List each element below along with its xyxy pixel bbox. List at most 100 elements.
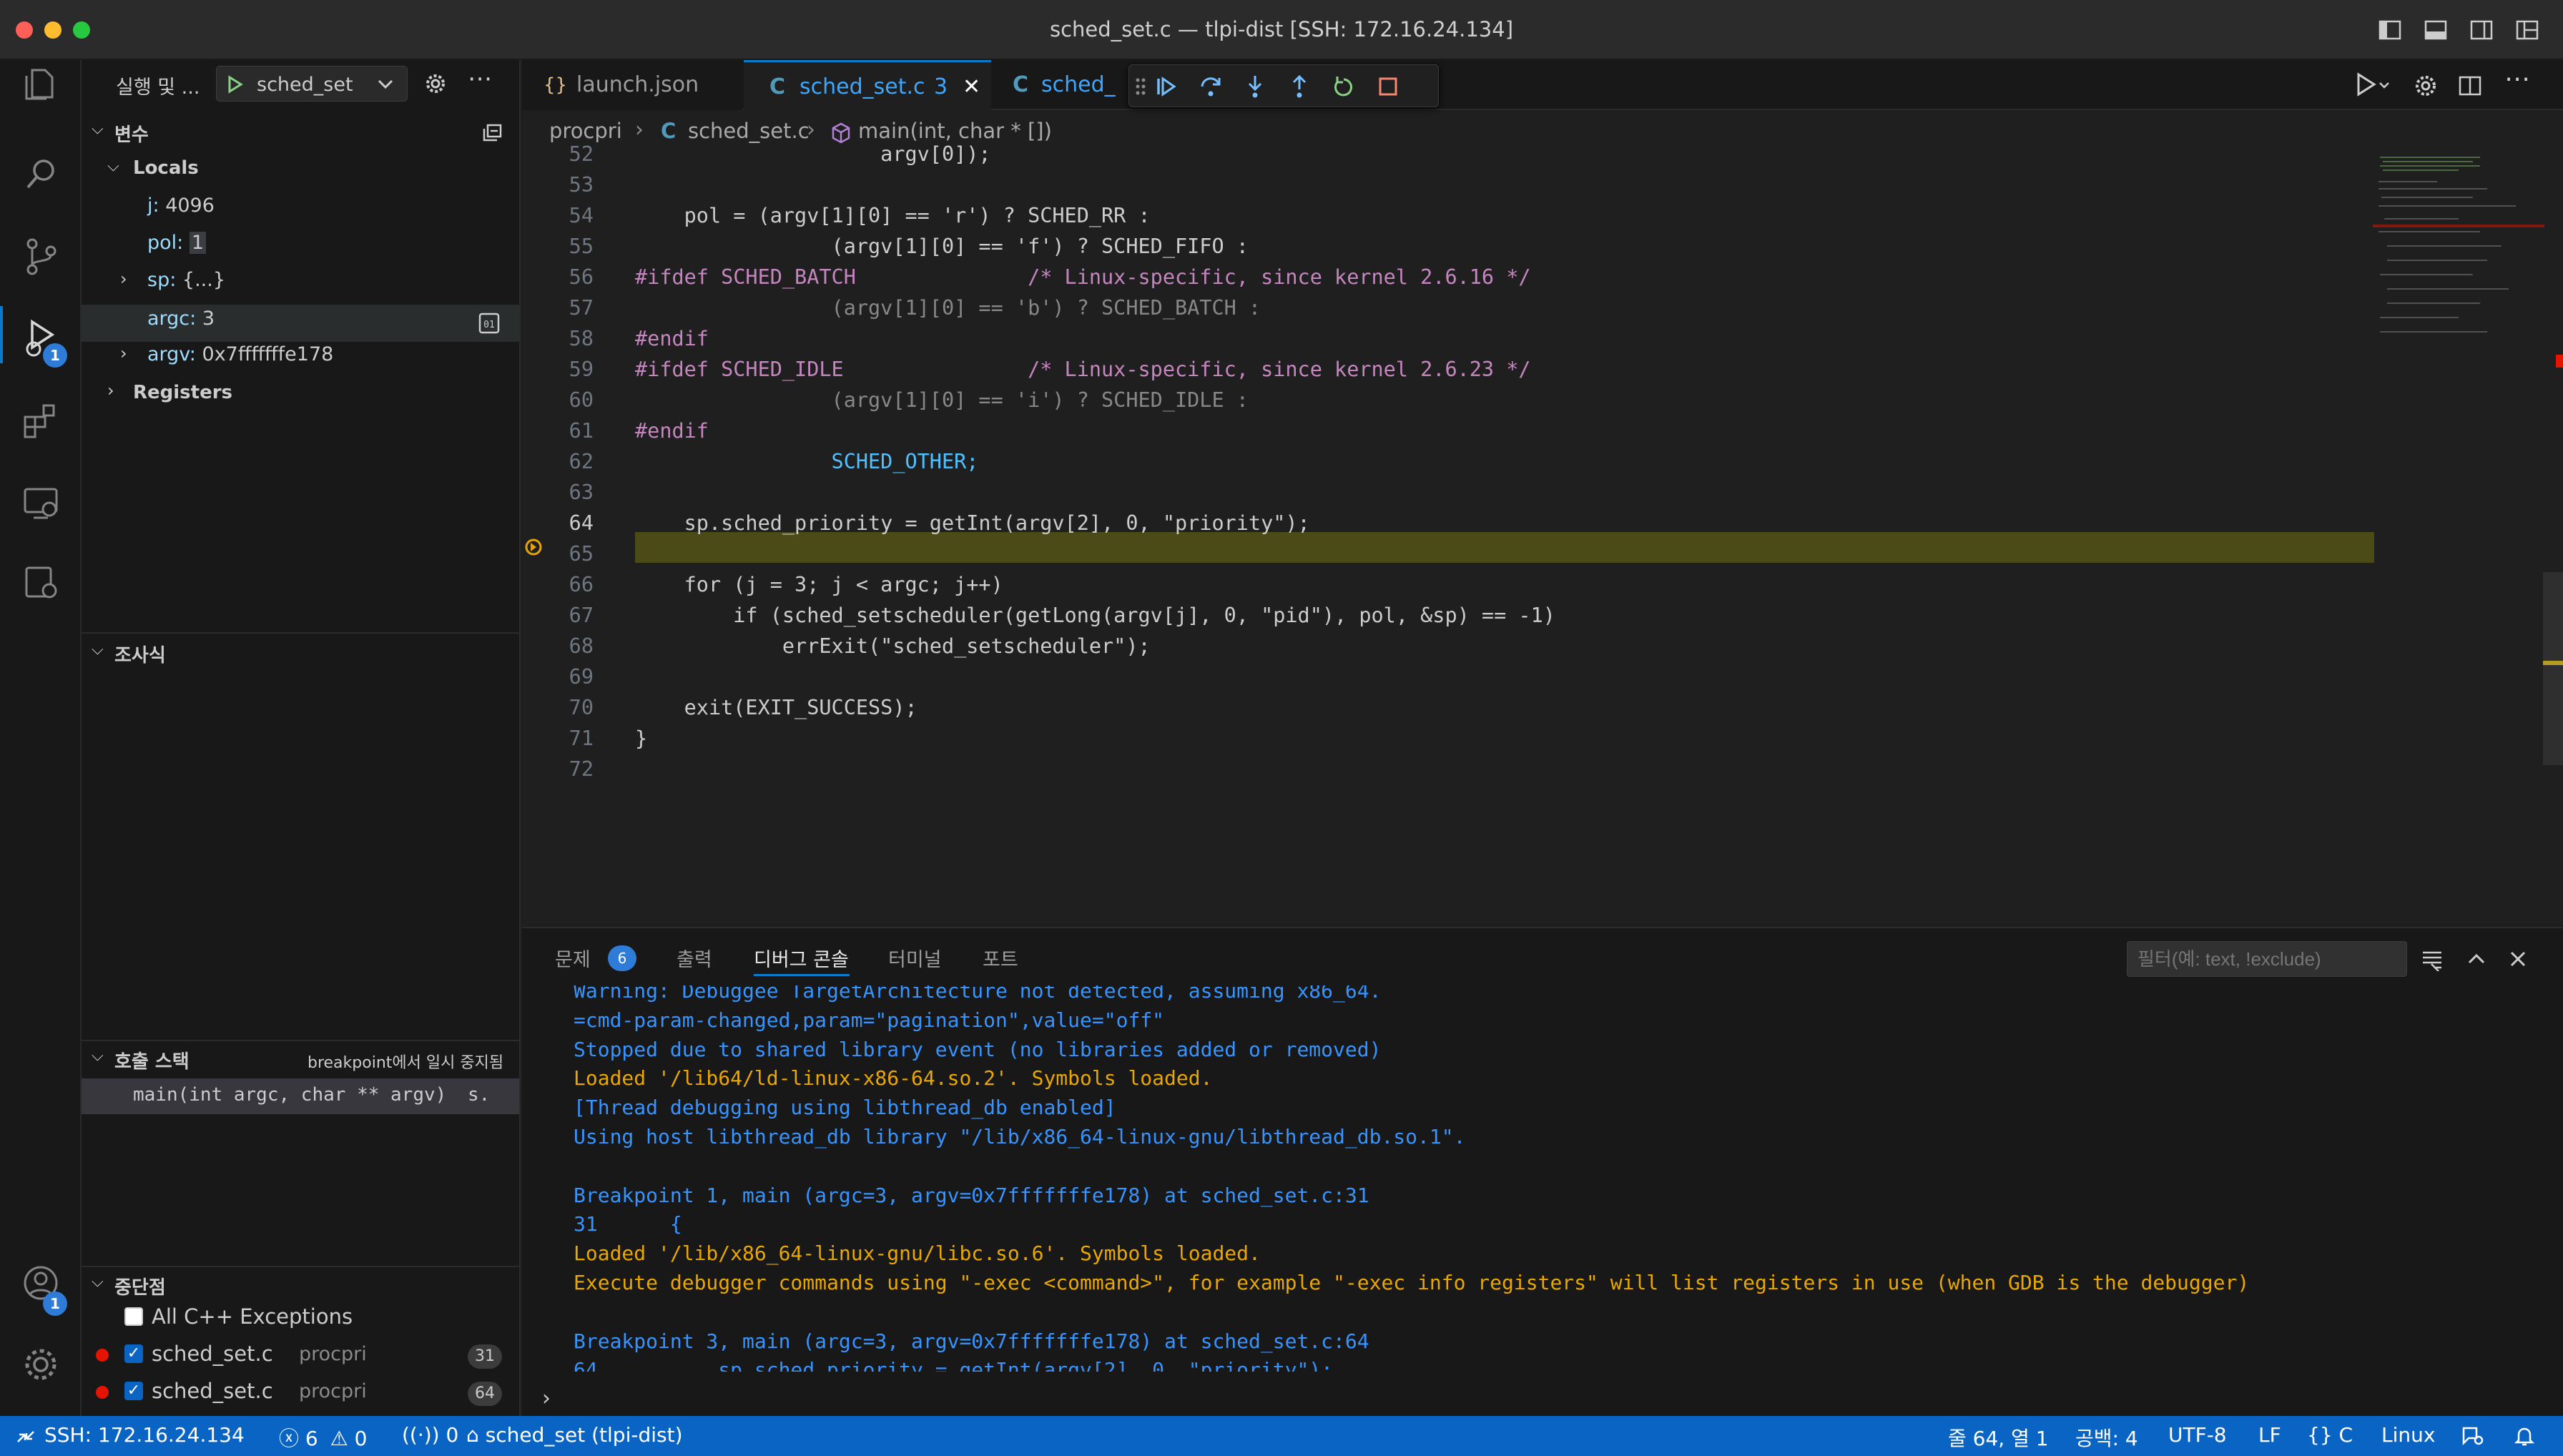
minimap[interactable] <box>2373 153 2544 353</box>
console-filter-input[interactable] <box>2127 941 2407 977</box>
indentation-status[interactable]: 공백: 4 <box>2075 1423 2138 1452</box>
tab-problems[interactable]: 문제 <box>555 944 591 972</box>
ports-status[interactable]: ((·)) 0 <box>402 1423 458 1447</box>
chevron-right-icon[interactable]: › <box>120 269 127 289</box>
tab-terminal[interactable]: 터미널 <box>888 944 942 972</box>
chevron-down-icon[interactable]: ⌵ <box>92 120 104 138</box>
code-line[interactable]: 56 #ifdef SCHED_BATCH /* Linux-specific, … <box>522 262 2374 292</box>
tab-debug-console[interactable]: 디버그 콘솔 <box>754 944 849 972</box>
variable-row[interactable]: argv: 0x7fffffffe178 <box>147 343 333 365</box>
code-line[interactable]: 68 errExit("sched_setscheduler"); <box>522 631 2374 661</box>
step-into-icon[interactable] <box>1242 74 1268 99</box>
split-editor-icon[interactable] <box>2457 73 2483 99</box>
language-status[interactable]: {} C <box>2307 1423 2353 1447</box>
start-debug-icon[interactable] <box>227 75 244 94</box>
callstack-section-title[interactable]: 호출 스택 <box>114 1047 190 1073</box>
settings-gear-icon[interactable] <box>2413 73 2439 99</box>
variable-row[interactable]: pol: 1 <box>147 232 207 254</box>
line-number[interactable]: 67 <box>522 600 594 631</box>
containers-icon[interactable] <box>19 561 62 604</box>
chevron-down-icon[interactable]: ⌵ <box>92 1047 104 1065</box>
line-number[interactable]: 71 <box>522 723 594 754</box>
toggle-secondary-sidebar-icon[interactable] <box>2467 16 2496 44</box>
variable-row-hover[interactable]: argc: 3 01 <box>82 305 519 342</box>
tab-ports[interactable]: 포트 <box>983 944 1018 972</box>
code-line[interactable]: 69 <box>522 661 2374 692</box>
breadcrumb-folder[interactable]: procpri <box>549 119 622 143</box>
chevron-right-icon[interactable]: › <box>120 343 127 363</box>
encoding-status[interactable]: UTF-8 <box>2168 1423 2227 1447</box>
step-over-icon[interactable] <box>1198 74 1224 99</box>
registers-scope[interactable]: Registers <box>133 382 232 403</box>
chevron-down-icon[interactable]: ⌵ <box>92 1273 104 1291</box>
line-number[interactable]: 54 <box>522 200 594 231</box>
breakpoint-checkbox[interactable]: ✓ <box>124 1382 143 1400</box>
code-line[interactable]: 60 (argv[1][0] == 'i') ? SCHED_IDLE : <box>522 385 2374 415</box>
remote-indicator[interactable]: SSH: 172.16.24.134 <box>0 1416 256 1456</box>
tab-sched-other[interactable]: C sched_ <box>993 60 1121 110</box>
code-line[interactable]: 55 (argv[1][0] == 'f') ? SCHED_FIFO : <box>522 231 2374 262</box>
feedback-icon[interactable] <box>2460 1425 2484 1447</box>
maximize-panel-icon[interactable] <box>2464 947 2489 971</box>
code-line[interactable]: 65 <box>522 538 2374 569</box>
drag-handle-icon[interactable] <box>1135 77 1146 97</box>
line-number[interactable]: 70 <box>522 692 594 723</box>
notifications-bell-icon[interactable] <box>2513 1425 2536 1447</box>
line-number[interactable]: 68 <box>522 631 594 661</box>
clear-console-icon[interactable] <box>2420 947 2444 971</box>
code-line[interactable]: 59 #ifdef SCHED_IDLE /* Linux-specific, s… <box>522 354 2374 385</box>
tab-sched-set-c[interactable]: C sched_set.c 3 ✕ <box>744 60 991 110</box>
line-number[interactable]: 52 <box>522 143 594 169</box>
breakpoint-checkbox[interactable]: ✓ <box>124 1344 143 1363</box>
breakpoint-label[interactable]: sched_set.c <box>152 1379 273 1403</box>
console-input[interactable] <box>574 1382 2504 1415</box>
code-line[interactable]: 52 argv[0]); <box>522 143 2374 169</box>
line-number[interactable]: 69 <box>522 661 594 692</box>
watch-section-title[interactable]: 조사식 <box>114 641 166 667</box>
chevron-down-icon[interactable]: ⌵ <box>107 157 119 175</box>
code-line[interactable]: 53 <box>522 169 2374 200</box>
problems-status[interactable]: ⓧ 6 ⚠ 0 <box>279 1423 368 1452</box>
line-number[interactable]: 58 <box>522 323 594 354</box>
chevron-down-icon[interactable]: ⌵ <box>92 641 104 659</box>
code-line[interactable]: 66 for (j = 3; j < argc; j++) <box>522 569 2374 600</box>
locals-scope[interactable]: Locals <box>133 157 199 179</box>
restart-icon[interactable] <box>1331 74 1357 99</box>
code-line[interactable]: 58 #endif <box>522 323 2374 354</box>
line-number[interactable]: 63 <box>522 477 594 508</box>
code-line[interactable]: 57 (argv[1][0] == 'b') ? SCHED_BATCH : <box>522 292 2374 323</box>
code-line[interactable]: 70 exit(EXIT_SUCCESS); <box>522 692 2374 723</box>
extensions-icon[interactable] <box>19 400 62 443</box>
toggle-primary-sidebar-icon[interactable] <box>2376 16 2404 44</box>
code-line[interactable]: 54 pol = (argv[1][0] == 'r') ? SCHED_RR … <box>522 200 2374 231</box>
editor-scrollbar[interactable] <box>2543 572 2563 765</box>
chevron-right-icon[interactable]: › <box>107 380 114 400</box>
close-tab-icon[interactable]: ✕ <box>963 62 980 112</box>
step-out-icon[interactable] <box>1287 74 1312 99</box>
os-status[interactable]: Linux <box>2381 1423 2435 1447</box>
stop-icon[interactable] <box>1375 74 1401 99</box>
variable-row[interactable]: j: 4096 <box>147 195 215 217</box>
debug-config-select[interactable]: sched_set <box>216 66 408 102</box>
line-number[interactable]: 60 <box>522 385 594 415</box>
continue-icon[interactable] <box>1153 74 1179 99</box>
line-number[interactable]: 55 <box>522 231 594 262</box>
line-number[interactable]: 65 <box>522 538 594 569</box>
source-control-icon[interactable] <box>19 235 62 278</box>
eol-status[interactable]: LF <box>2258 1423 2281 1447</box>
tab-output[interactable]: 출력 <box>677 944 712 972</box>
debug-status[interactable]: ⌂ sched_set (tlpi-dist) <box>466 1423 683 1447</box>
exception-checkbox[interactable] <box>124 1307 143 1326</box>
more-actions-icon[interactable]: ⋯ <box>2504 64 2532 94</box>
code-line[interactable]: 61 #endif <box>522 415 2374 446</box>
cursor-position[interactable]: 줄 64, 열 1 <box>1948 1423 2049 1452</box>
line-number[interactable]: 57 <box>522 292 594 323</box>
variable-row[interactable]: sp: {...} <box>147 269 225 291</box>
run-debug-dropdown-icon[interactable] <box>2354 72 2391 100</box>
line-number[interactable]: 64 <box>522 508 594 538</box>
debug-settings-gear-icon[interactable] <box>423 72 448 96</box>
line-number[interactable]: 56 <box>522 262 594 292</box>
line-number[interactable]: 53 <box>522 169 594 200</box>
view-binary-data-icon[interactable]: 01 <box>478 312 501 335</box>
code-line[interactable]: 64 sp.sched_priority = getInt(argv[2], 0… <box>522 508 2374 538</box>
